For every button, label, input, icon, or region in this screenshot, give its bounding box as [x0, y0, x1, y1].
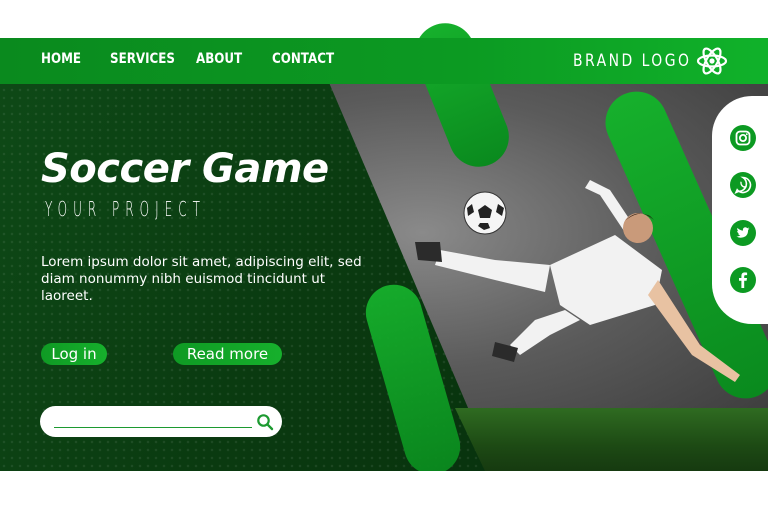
hero-description: Lorem ipsum dolor sit amet, adipiscing e…	[41, 254, 362, 304]
whatsapp-icon[interactable]	[729, 171, 757, 199]
hero-subtitle: YOUR PROJECT	[45, 197, 206, 221]
soccer-player-image	[415, 180, 740, 382]
nav-services[interactable]: SERVICES	[110, 51, 175, 67]
search-icon[interactable]	[256, 413, 274, 431]
nav-home[interactable]: HOME	[41, 51, 81, 67]
nav-contact[interactable]: CONTACT	[272, 51, 334, 67]
facebook-icon[interactable]	[729, 266, 757, 294]
login-button[interactable]: Log in	[41, 343, 107, 365]
top-navbar: HOME SERVICES ABOUT CONTACT BRAND LOGO	[0, 38, 768, 84]
twitter-icon[interactable]	[729, 219, 757, 247]
search-input[interactable]	[54, 427, 252, 428]
brand-logo-text[interactable]: BRAND LOGO	[573, 51, 691, 71]
nav-about[interactable]: ABOUT	[196, 51, 242, 67]
read-more-button[interactable]: Read more	[173, 343, 282, 365]
search-bar[interactable]	[40, 406, 282, 437]
hero-title: Soccer Game	[41, 146, 329, 192]
instagram-icon[interactable]	[729, 124, 757, 152]
bottom-margin	[0, 471, 768, 509]
atom-logo-icon[interactable]	[696, 45, 728, 77]
soccer-ball-image	[463, 191, 507, 235]
